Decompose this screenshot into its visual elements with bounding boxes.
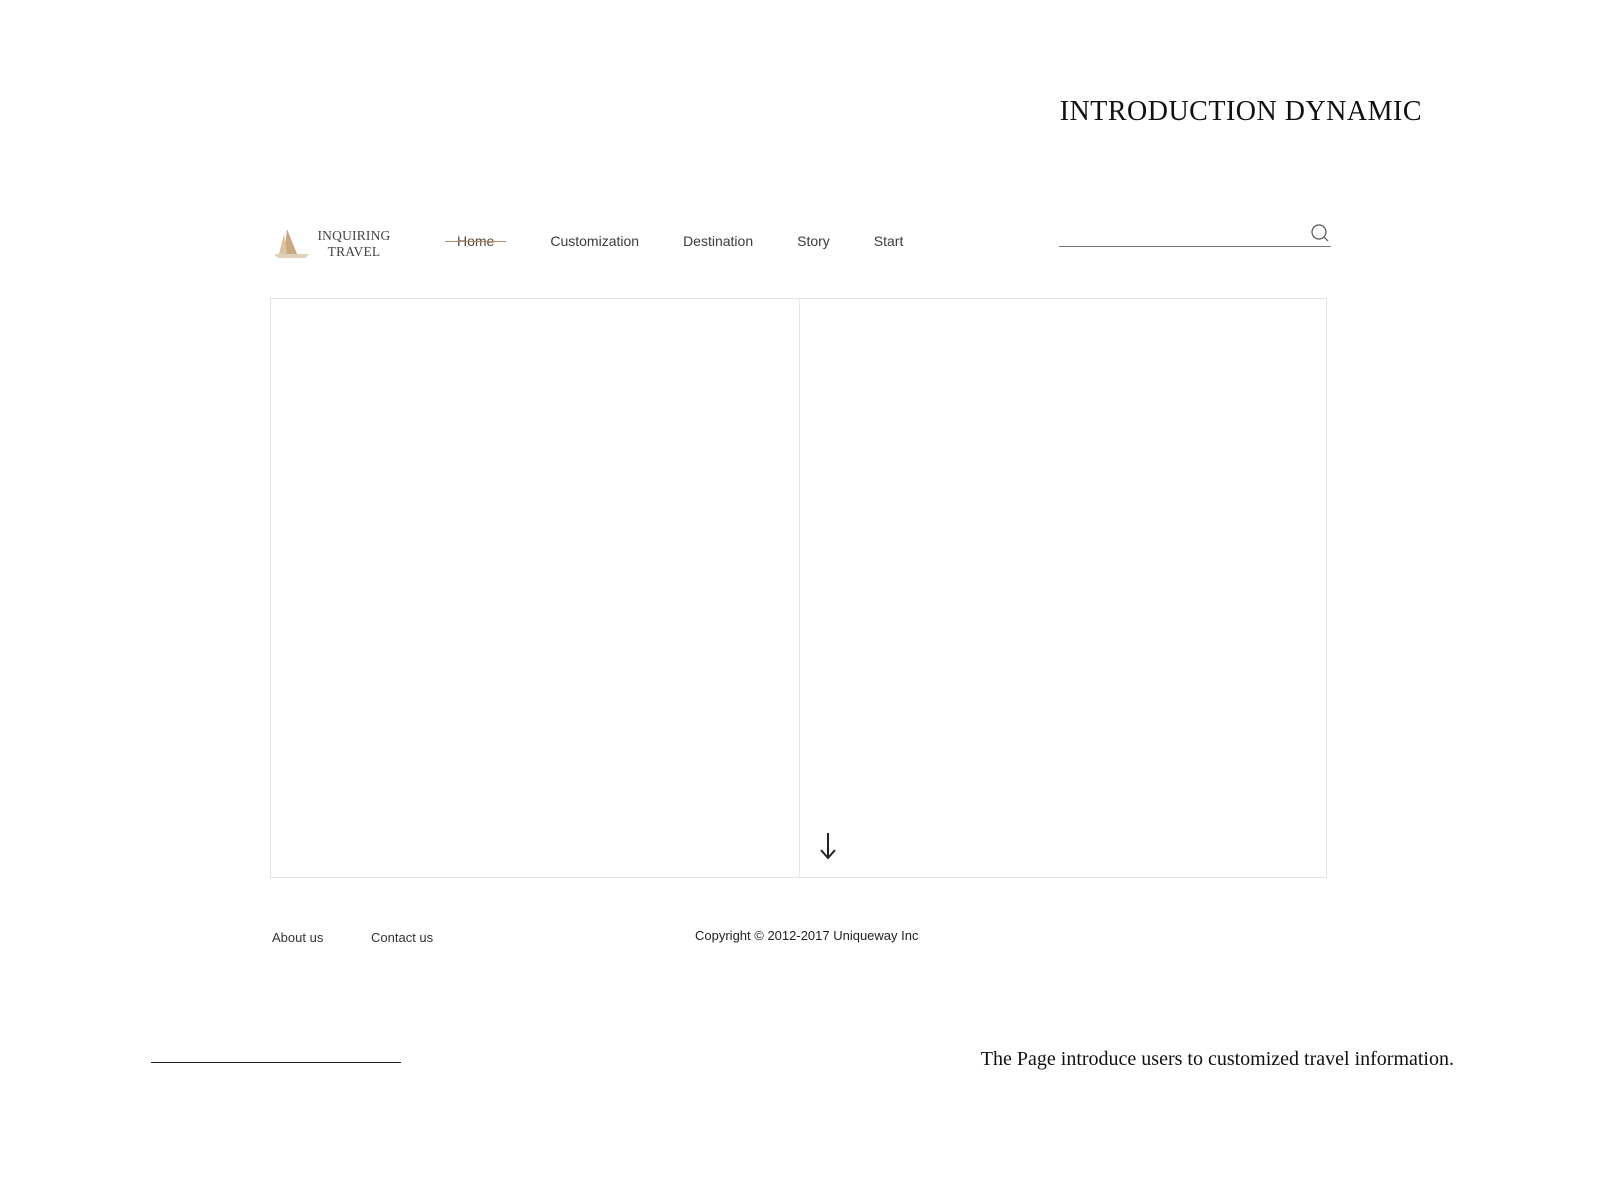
page-caption: The Page introduce users to customized t… [980,1048,1454,1070]
site-header: INQUIRING TRAVEL Home Customization Dest… [271,216,1331,266]
main-nav: Home Customization Destination Story Sta… [445,229,947,253]
nav-item-start[interactable]: Start [874,233,904,249]
contact-us-link[interactable]: Contact us [371,930,433,945]
column-divider [799,299,800,877]
search-icon[interactable] [1311,224,1331,244]
copyright-text: Copyright © 2012-2017 Uniqueway Inc [695,928,919,943]
caption-rule [151,1062,401,1063]
search-box [1059,222,1331,247]
nav-item-customization[interactable]: Customization [550,233,639,249]
nav-item-story[interactable]: Story [797,233,830,249]
arrow-down-icon[interactable] [817,831,839,861]
logo[interactable]: INQUIRING TRAVEL [271,226,401,260]
nav-item-home[interactable]: Home [445,233,507,249]
about-us-link[interactable]: About us [272,930,323,945]
content-frame [270,298,1327,878]
logo-line-1: INQUIRING [317,228,391,243]
search-input[interactable] [1059,222,1303,246]
logo-line-2: TRAVEL [327,244,381,259]
nav-item-destination[interactable]: Destination [683,233,753,249]
logo-text: INQUIRING TRAVEL [313,228,395,260]
page-title: INTRODUCTION DYNAMIC [1059,96,1422,127]
sailboat-icon [274,229,309,258]
footer: About us Contact us Copyright © 2012-201… [272,928,1332,954]
